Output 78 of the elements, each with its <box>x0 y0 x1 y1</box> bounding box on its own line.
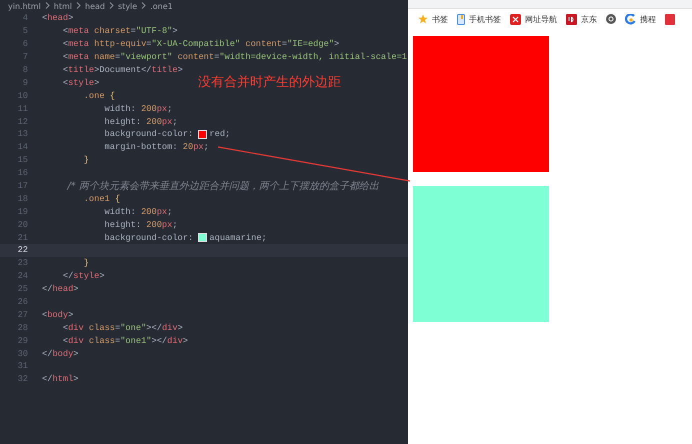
line-number: 5 <box>22 26 29 36</box>
line-number: 19 <box>16 206 29 217</box>
breadcrumb-item[interactable]: yin.html <box>8 2 41 10</box>
line-number: 11 <box>16 104 29 114</box>
chevron-icon <box>44 2 50 10</box>
code-line: </style> <box>62 271 105 282</box>
bookmark-item[interactable] <box>606 14 616 24</box>
chevron-icon <box>109 2 114 10</box>
code-line: <meta charset="UTF-8"> <box>62 26 178 36</box>
breadcrumb-item[interactable]: head <box>85 2 106 10</box>
line-number: 7 <box>22 52 29 62</box>
square-icon <box>665 14 675 24</box>
chevron-icon <box>141 2 146 10</box>
code-line: <div class="one1"></div> <box>62 336 188 346</box>
code-line: <meta name="viewport" content="width=device-width, initial-scale=1 <box>62 52 407 62</box>
line-number: 28 <box>16 322 29 333</box>
line-number: 25 <box>16 284 29 294</box>
line-number: 29 <box>16 336 29 346</box>
code-line: <body> <box>42 310 74 320</box>
bookmark-item[interactable]: 携程 <box>625 14 656 24</box>
circle-icon <box>606 14 616 24</box>
annotation-text: 没有合并时产生的外边距 <box>198 74 341 91</box>
bookmark-item[interactable]: 书签 <box>418 14 448 24</box>
code-line: .one1 { <box>82 194 120 204</box>
star-icon <box>418 14 428 24</box>
code-line: /* 两个块元素会带来垂直外边距合并问题，两个上下摆放的盒子都给出 <box>66 180 379 194</box>
code-line: .one { <box>82 90 115 101</box>
line-number: 26 <box>16 297 29 308</box>
line-number: 13 <box>16 129 29 140</box>
code-line: width: 200px; <box>104 104 172 114</box>
code-line: background-color: aquamarine; <box>104 232 267 243</box>
line-number: 22 <box>16 245 29 256</box>
line-number: 23 <box>16 258 29 268</box>
chevron-icon <box>76 2 82 10</box>
line-number: 17 <box>16 181 29 192</box>
line-number: 20 <box>16 220 29 230</box>
bookmark-item[interactable]: 京东 <box>566 14 597 24</box>
line-number: 12 <box>16 116 29 127</box>
bookmark-item[interactable]: 网址导航 <box>510 14 557 24</box>
code-line: </html> <box>42 374 79 384</box>
bookmark-item[interactable]: 手机书签 <box>457 14 501 24</box>
breadcrumb-item[interactable]: html <box>54 2 72 10</box>
code-line: <style> <box>62 78 100 88</box>
line-number: 10 <box>16 90 29 101</box>
badge-icon <box>510 14 521 24</box>
line-number: 31 <box>16 361 29 372</box>
line-number: 15 <box>16 155 29 166</box>
square-icon <box>566 14 577 24</box>
line-number: 21 <box>16 232 29 243</box>
code-line: <title>Document</title> <box>62 65 183 75</box>
line-number: 32 <box>16 374 29 384</box>
phone-icon <box>457 14 465 24</box>
breadcrumb-item[interactable]: .one1 <box>150 2 173 10</box>
breadcrumb-item[interactable]: style <box>118 2 138 10</box>
code-line: <div class="one"></div> <box>62 322 183 333</box>
swirl-icon <box>625 14 636 24</box>
code-line: <meta http-equiv="X-UA-Compatible" content="IE=edge"> <box>62 39 340 50</box>
code-line: </body> <box>42 348 79 359</box>
line-number: 8 <box>22 65 29 75</box>
line-number: 24 <box>16 271 29 282</box>
bookmark-item[interactable] <box>665 14 675 24</box>
line-number: 4 <box>22 13 29 24</box>
code-line: height: 200px; <box>104 116 178 127</box>
code-line: </head> <box>42 284 79 294</box>
line-number: 9 <box>22 78 29 88</box>
line-number: 18 <box>16 194 29 204</box>
code-line: } <box>82 155 89 166</box>
code-line: height: 200px; <box>104 220 178 230</box>
line-number: 14 <box>16 142 29 152</box>
code-line: background-color: red; <box>104 129 230 140</box>
line-number: 30 <box>16 348 29 359</box>
code-line: width: 200px; <box>104 206 172 217</box>
line-number: 27 <box>16 310 29 320</box>
code-line: margin-bottom: 20px; <box>104 142 209 152</box>
code-line: } <box>82 258 89 268</box>
code-line: <head> <box>42 13 74 24</box>
line-number: 6 <box>22 39 29 50</box>
line-number: 16 <box>16 168 29 178</box>
